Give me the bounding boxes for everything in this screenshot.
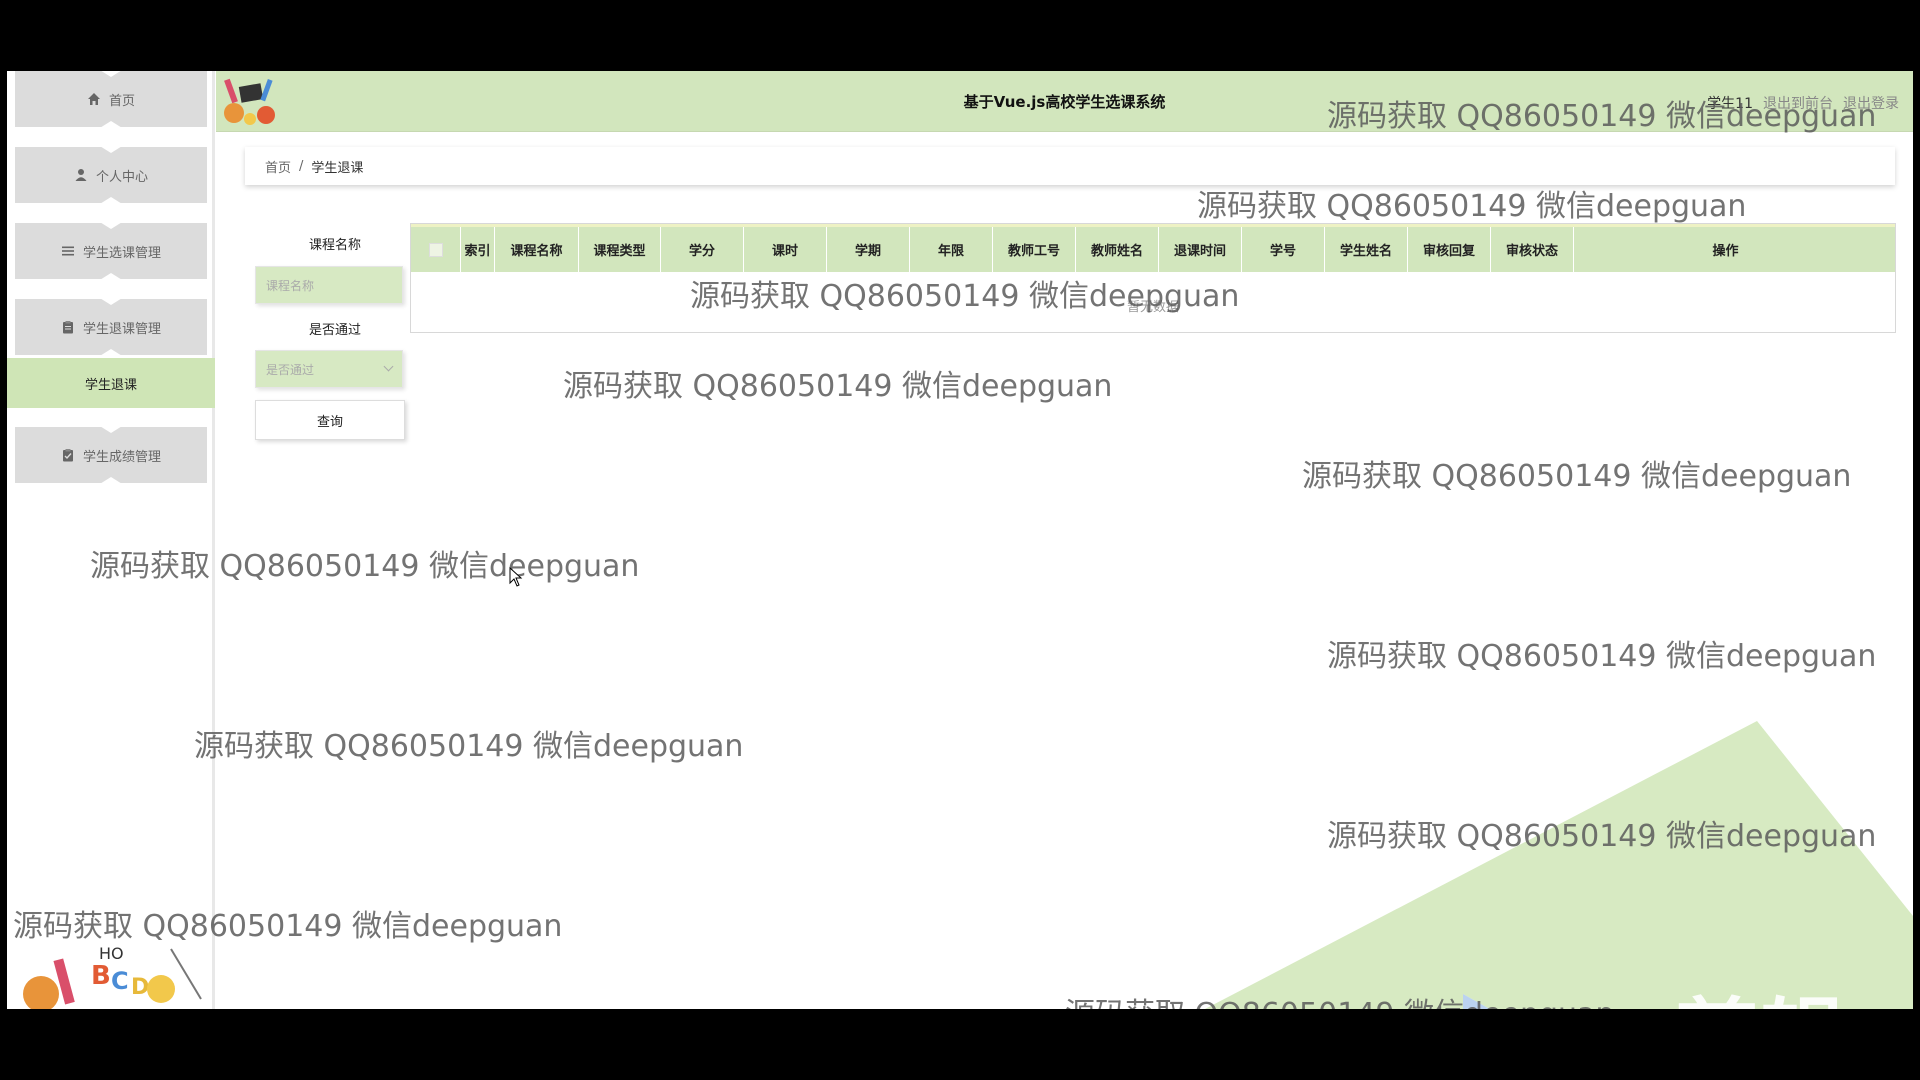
watermark-text: 源码获取 QQ86050149 微信deepguan [13,909,563,944]
breadcrumb-current: 学生退课 [311,160,364,176]
column-header[interactable]: 课程名称 [495,227,579,272]
app-window: 首页 个人中心 学生选课管理 学生退课管理 学生退课 学生成绩管理 B C D … [7,71,1913,1009]
breadcrumb-separator: / [299,158,304,174]
list-icon [61,244,75,258]
mouse-cursor-icon [509,567,523,587]
column-header[interactable]: 学分 [661,227,744,272]
sidebar-item-label: 个人中心 [95,169,148,185]
column-header[interactable]: 课程类型 [579,227,661,272]
sidebar-item-profile[interactable]: 个人中心 [15,147,207,203]
column-header[interactable]: 操作 [1574,227,1877,272]
watermark-text: 源码获取 QQ86050149 微信deepguan [194,729,744,764]
sidebar: 首页 个人中心 学生选课管理 学生退课管理 学生退课 学生成绩管理 B C D … [7,71,215,1009]
submenu-item-student-withdrawal[interactable]: 学生退课 [7,358,215,408]
user-icon [74,168,88,182]
watermark-text: 源码获取 QQ86050149 微信deepguan [1327,99,1877,134]
watermark-text: 源码获取 QQ86050149 微信deepguan [1065,989,1614,1009]
clipboard-check-icon [61,448,75,462]
passed-placeholder: 是否通过 [266,362,315,377]
watermark-text: 源码获取 QQ86050149 微信deepguan [1197,189,1747,224]
sidebar-item-home[interactable]: 首页 [15,71,207,127]
watermark-text: 源码获取 QQ86050149 微信deepguan [563,369,1113,404]
column-header[interactable]: 年限 [910,227,993,272]
column-header[interactable]: 教师姓名 [1076,227,1159,272]
passed-label: 是否通过 [308,323,361,338]
decorative-triangle-overlay [1205,721,1913,1009]
sidebar-item-grades[interactable]: 学生成绩管理 [15,427,207,483]
column-header[interactable]: 课时 [744,227,827,272]
svg-text:C: C [111,967,129,995]
sidebar-item-label: 学生选课管理 [82,245,161,261]
sidebar-item-label: 学生成绩管理 [82,449,161,465]
table-header: 索引 课程名称 课程类型 学分 课时 学期 年限 教师工号 教师姓名 退课时间 … [411,224,1895,272]
sidebar-item-label: 学生退课管理 [82,321,161,337]
sidebar-item-label: 首页 [108,93,135,109]
decorative-logo-image: B C D HO [23,944,202,1009]
home-icon [87,92,101,106]
watermark-text: 源码获取 QQ86050149 微信deepguan [1327,819,1877,854]
svg-text:D: D [131,975,149,1000]
query-button[interactable]: 查询 [255,400,405,440]
column-header[interactable]: 审核回复 [1408,227,1491,272]
breadcrumb-home[interactable]: 首页 [265,157,291,176]
course-name-label: 课程名称 [308,238,361,253]
column-header[interactable]: 审核状态 [1491,227,1574,272]
watermark-text: 源码获取 QQ86050149 微信deepguan [1327,639,1877,674]
column-header[interactable]: 教师工号 [993,227,1076,272]
clipboard-icon [61,320,75,334]
submenu-item-label: 学生退课 [84,377,137,393]
column-header[interactable]: 学期 [827,227,910,272]
course-name-input[interactable]: 课程名称 [255,266,403,304]
sidebar-item-course-selection[interactable]: 学生选课管理 [15,223,207,279]
passed-select[interactable]: 是否通过 [255,350,403,388]
course-name-placeholder: 课程名称 [266,278,315,293]
column-header[interactable]: 索引 [461,227,495,272]
column-header[interactable]: 学号 [1242,227,1325,272]
watermark-text: 源码获取 QQ86050149 微信deepguan [1302,459,1852,494]
breadcrumb: 首页 / 学生退课 [245,147,1895,185]
svg-text:HO: HO [99,944,124,963]
sidebar-item-course-withdrawal[interactable]: 学生退课管理 [15,299,207,355]
svg-text:B: B [91,961,111,991]
column-header[interactable]: 学生姓名 [1325,227,1408,272]
watermark-text: 源码获取 QQ86050149 微信deepguan [690,279,1240,314]
watermark-text: 源码获取 QQ86050149 微信deepguan [90,549,640,584]
chevron-down-icon [383,361,394,372]
select-all-checkbox[interactable] [428,242,443,257]
select-all-cell [411,227,461,272]
column-header[interactable]: 退课时间 [1159,227,1242,272]
